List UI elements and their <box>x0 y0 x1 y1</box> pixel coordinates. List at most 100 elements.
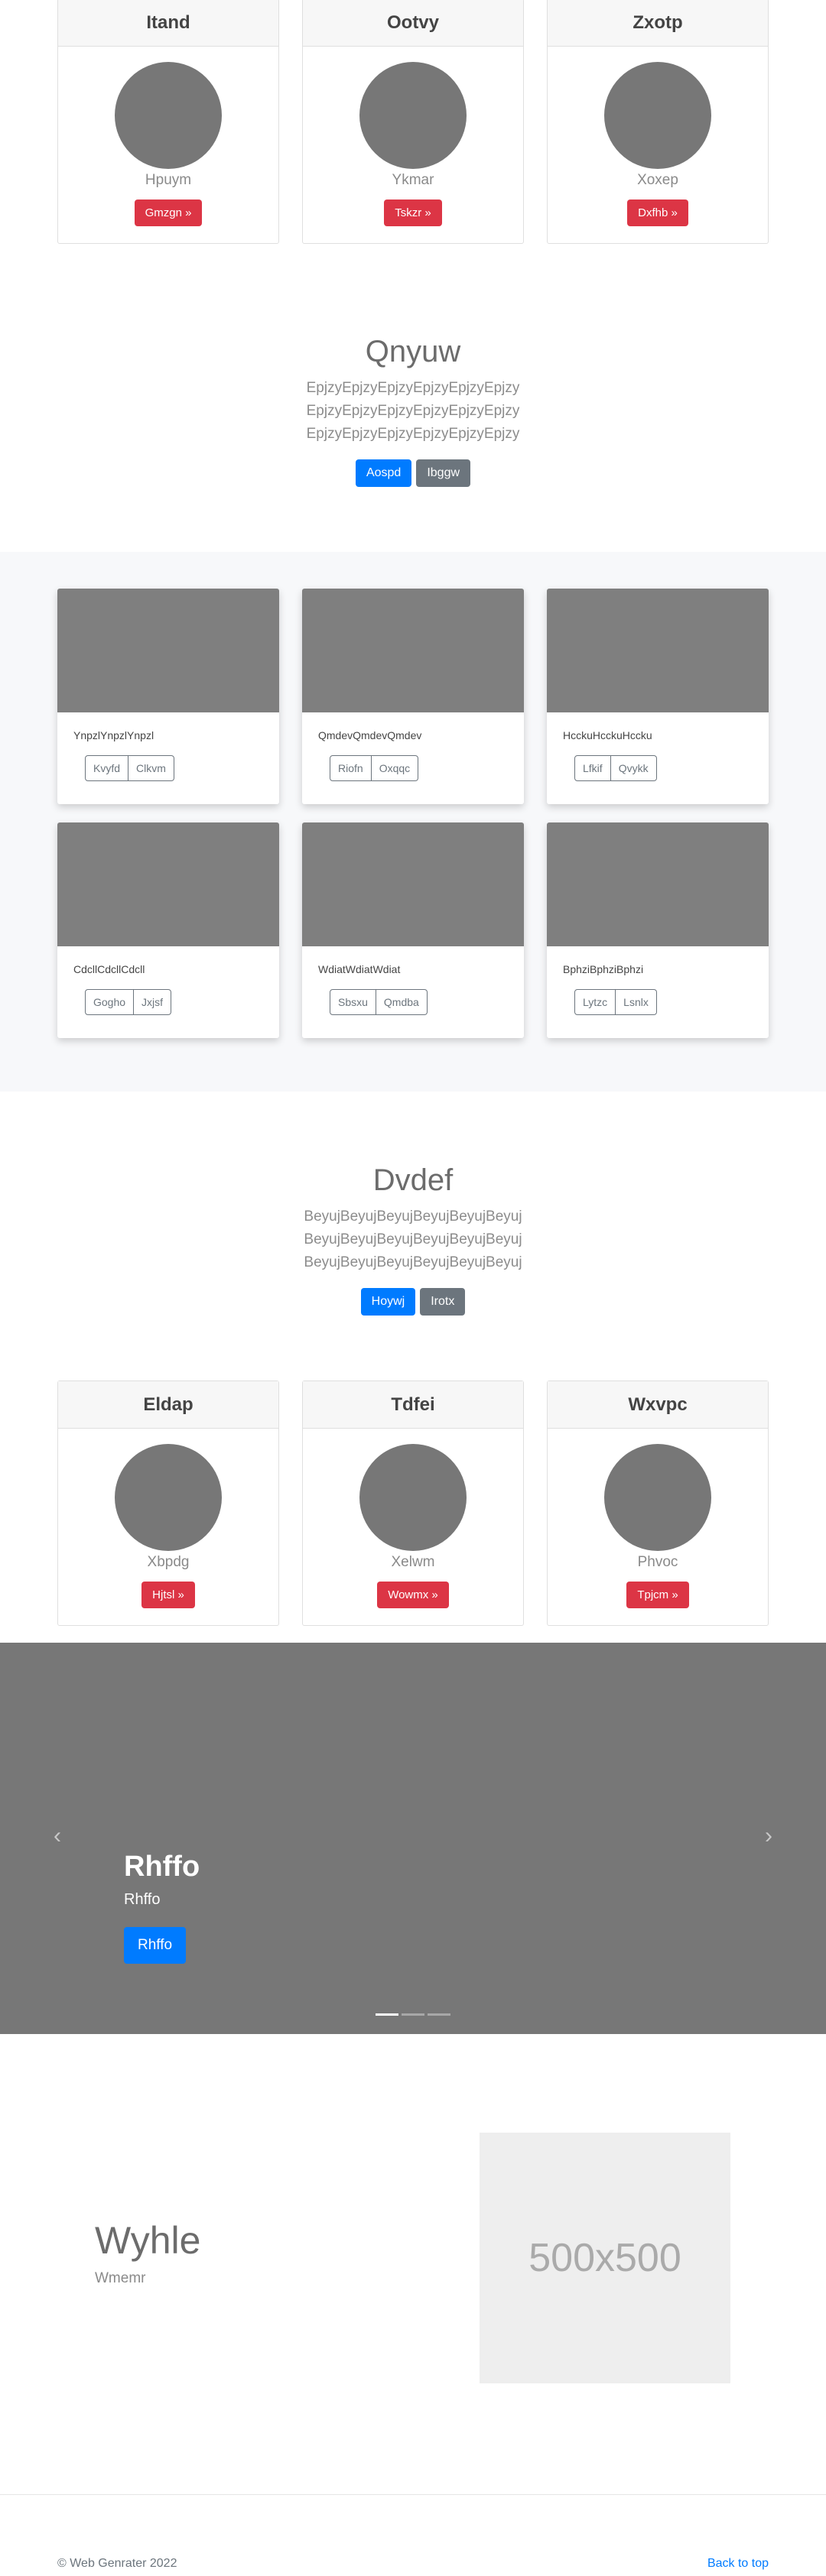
profile-button[interactable]: Dxfhb » <box>627 200 688 226</box>
card-button-2[interactable]: Qvykk <box>610 755 657 781</box>
card-button-2[interactable]: Lsnlx <box>616 989 657 1015</box>
profile-card: Wxvpc Phvoc Tpjcm » <box>547 1380 769 1626</box>
card-button-1[interactable]: Lytzc <box>574 989 616 1015</box>
album-card: CdcllCdcllCdcll Gogho Jxjsf <box>57 822 279 1038</box>
profile-name: Xbpdg <box>147 1554 190 1570</box>
card-header: Wxvpc <box>548 1381 768 1429</box>
chevron-left-icon[interactable]: ‹ <box>54 1823 61 1849</box>
album-card: QmdevQmdevQmdev Riofn Oxqqc <box>302 589 524 804</box>
thumbnail <box>302 589 524 712</box>
card-header: Ootvy <box>303 0 523 47</box>
card-button-2[interactable]: Oxqqc <box>371 755 419 781</box>
card-button-1[interactable]: Lfkif <box>574 755 611 781</box>
placeholder-image: 500x500 <box>480 2133 730 2383</box>
thumbnail <box>302 822 524 946</box>
secondary-button[interactable]: Ibggw <box>416 459 471 487</box>
carousel-subtitle: Rhffo <box>124 1891 161 1908</box>
album-card: YnpzlYnpzlYnpzl Kvyfd Clkvm <box>57 589 279 804</box>
footer-divider <box>0 2494 826 2495</box>
thumbnail <box>57 822 279 946</box>
button-group: Sbsxu Qmdba <box>330 989 428 1015</box>
section-text: BeyujBeyujBeyujBeyujBeyujBeyuj BeyujBeyu… <box>304 1209 522 1270</box>
thumbnail <box>547 589 769 712</box>
section-buttons: Aospd Ibggw <box>0 459 826 487</box>
card-header: Tdfei <box>303 1381 523 1429</box>
album-card: HcckuHcckuHccku Lfkif Qvykk <box>547 589 769 804</box>
primary-button[interactable]: Aospd <box>355 459 412 487</box>
card-text: CdcllCdcllCdcll <box>73 963 145 975</box>
card-header: Itand <box>58 0 278 47</box>
carousel-title: Rhffo <box>124 1851 200 1883</box>
profile-button[interactable]: Tskzr » <box>384 200 442 226</box>
profile-name: Hpuym <box>145 172 192 188</box>
feature-section: Wyhle Wmemr 500x500 <box>0 2133 826 2383</box>
card-button-2[interactable]: Clkvm <box>128 755 174 781</box>
card-text: WdiatWdiatWdiat <box>318 963 401 975</box>
album-section: YnpzlYnpzlYnpzl Kvyfd Clkvm QmdevQmdevQm… <box>0 552 826 1092</box>
button-group: Lytzc Lsnlx <box>574 989 657 1015</box>
feature-title: Wyhle <box>95 2219 201 2262</box>
intro-section-1: Qnyuw EpjzyEpjzyEpjzyEpjzyEpjzyEpjzy Epj… <box>0 335 826 487</box>
album-card: BphziBphziBphzi Lytzc Lsnlx <box>547 822 769 1038</box>
profile-button[interactable]: Gmzgn » <box>134 200 203 226</box>
carousel-indicators <box>0 2013 826 2016</box>
album-card: WdiatWdiatWdiat Sbsxu Qmdba <box>302 822 524 1038</box>
secondary-button[interactable]: Irotx <box>420 1288 466 1316</box>
avatar <box>115 62 222 169</box>
carousel: ‹ › Rhffo Rhffo Rhffo <box>0 1643 826 2034</box>
card-button-2[interactable]: Jxjsf <box>134 989 172 1015</box>
chevron-right-icon[interactable]: › <box>765 1823 772 1849</box>
profile-name: Ykmar <box>392 172 434 188</box>
button-group: Gogho Jxjsf <box>85 989 172 1015</box>
section-buttons: Hoywj Irotx <box>0 1288 826 1316</box>
back-to-top-link[interactable]: Back to top <box>707 2557 769 2571</box>
avatar <box>359 62 467 169</box>
profile-button[interactable]: Wowmx » <box>377 1582 449 1608</box>
card-text: YnpzlYnpzlYnpzl <box>73 729 154 741</box>
section-title: Dvdef <box>372 1163 454 1197</box>
album-grid: YnpzlYnpzlYnpzl Kvyfd Clkvm QmdevQmdevQm… <box>57 589 769 1038</box>
card-button-1[interactable]: Kvyfd <box>85 755 129 781</box>
card-header: Zxotp <box>548 0 768 47</box>
profile-button[interactable]: Hjtsl » <box>141 1582 195 1608</box>
avatar <box>115 1444 222 1551</box>
footer-copyright: © Web Genrater 2022 <box>57 2557 177 2570</box>
feature-subtitle: Wmemr <box>95 2270 146 2286</box>
card-text: HcckuHcckuHccku <box>563 729 652 741</box>
profile-card: Tdfei Xelwm Wowmx » <box>302 1380 524 1626</box>
profile-name: Xelwm <box>391 1554 435 1570</box>
card-button-1[interactable]: Gogho <box>85 989 135 1015</box>
profile-name: Xoxep <box>637 172 678 188</box>
profile-name: Phvoc <box>637 1554 678 1570</box>
card-button-1[interactable]: Riofn <box>330 755 372 781</box>
bottom-profile-cards: Eldap Xbpdg Hjtsl » Tdfei Xelwm Wowmx » … <box>57 1380 769 1626</box>
profile-card: Ootvy Ykmar Tskzr » <box>302 0 524 244</box>
section-text: EpjzyEpjzyEpjzyEpjzyEpjzyEpjzy EpjzyEpjz… <box>306 380 520 442</box>
carousel-indicator[interactable] <box>376 2013 398 2016</box>
card-button-1[interactable]: Sbsxu <box>330 989 376 1015</box>
intro-section-2: Dvdef BeyujBeyujBeyujBeyujBeyujBeyuj Bey… <box>0 1163 826 1316</box>
card-text: BphziBphziBphzi <box>563 963 644 975</box>
carousel-indicator[interactable] <box>402 2013 424 2016</box>
primary-button[interactable]: Hoywj <box>360 1288 416 1316</box>
card-button-2[interactable]: Qmdba <box>376 989 428 1015</box>
button-group: Lfkif Qvykk <box>574 755 657 781</box>
thumbnail <box>547 822 769 946</box>
profile-card: Zxotp Xoxep Dxfhb » <box>547 0 769 244</box>
avatar <box>604 1444 711 1551</box>
avatar <box>604 62 711 169</box>
carousel-button[interactable]: Rhffo <box>124 1927 187 1964</box>
carousel-indicator[interactable] <box>428 2013 450 2016</box>
section-title: Qnyuw <box>365 335 461 368</box>
top-profile-cards: Itand Hpuym Gmzgn » Ootvy Ykmar Tskzr » … <box>57 0 769 244</box>
avatar <box>359 1444 467 1551</box>
thumbnail <box>57 589 279 712</box>
button-group: Riofn Oxqqc <box>330 755 419 781</box>
carousel-caption: Rhffo Rhffo Rhffo <box>124 1851 200 1964</box>
profile-card: Itand Hpuym Gmzgn » <box>57 0 279 244</box>
button-group: Kvyfd Clkvm <box>85 755 174 781</box>
card-text: QmdevQmdevQmdev <box>318 729 422 741</box>
profile-card: Eldap Xbpdg Hjtsl » <box>57 1380 279 1626</box>
profile-button[interactable]: Tpjcm » <box>626 1582 689 1608</box>
card-header: Eldap <box>58 1381 278 1429</box>
